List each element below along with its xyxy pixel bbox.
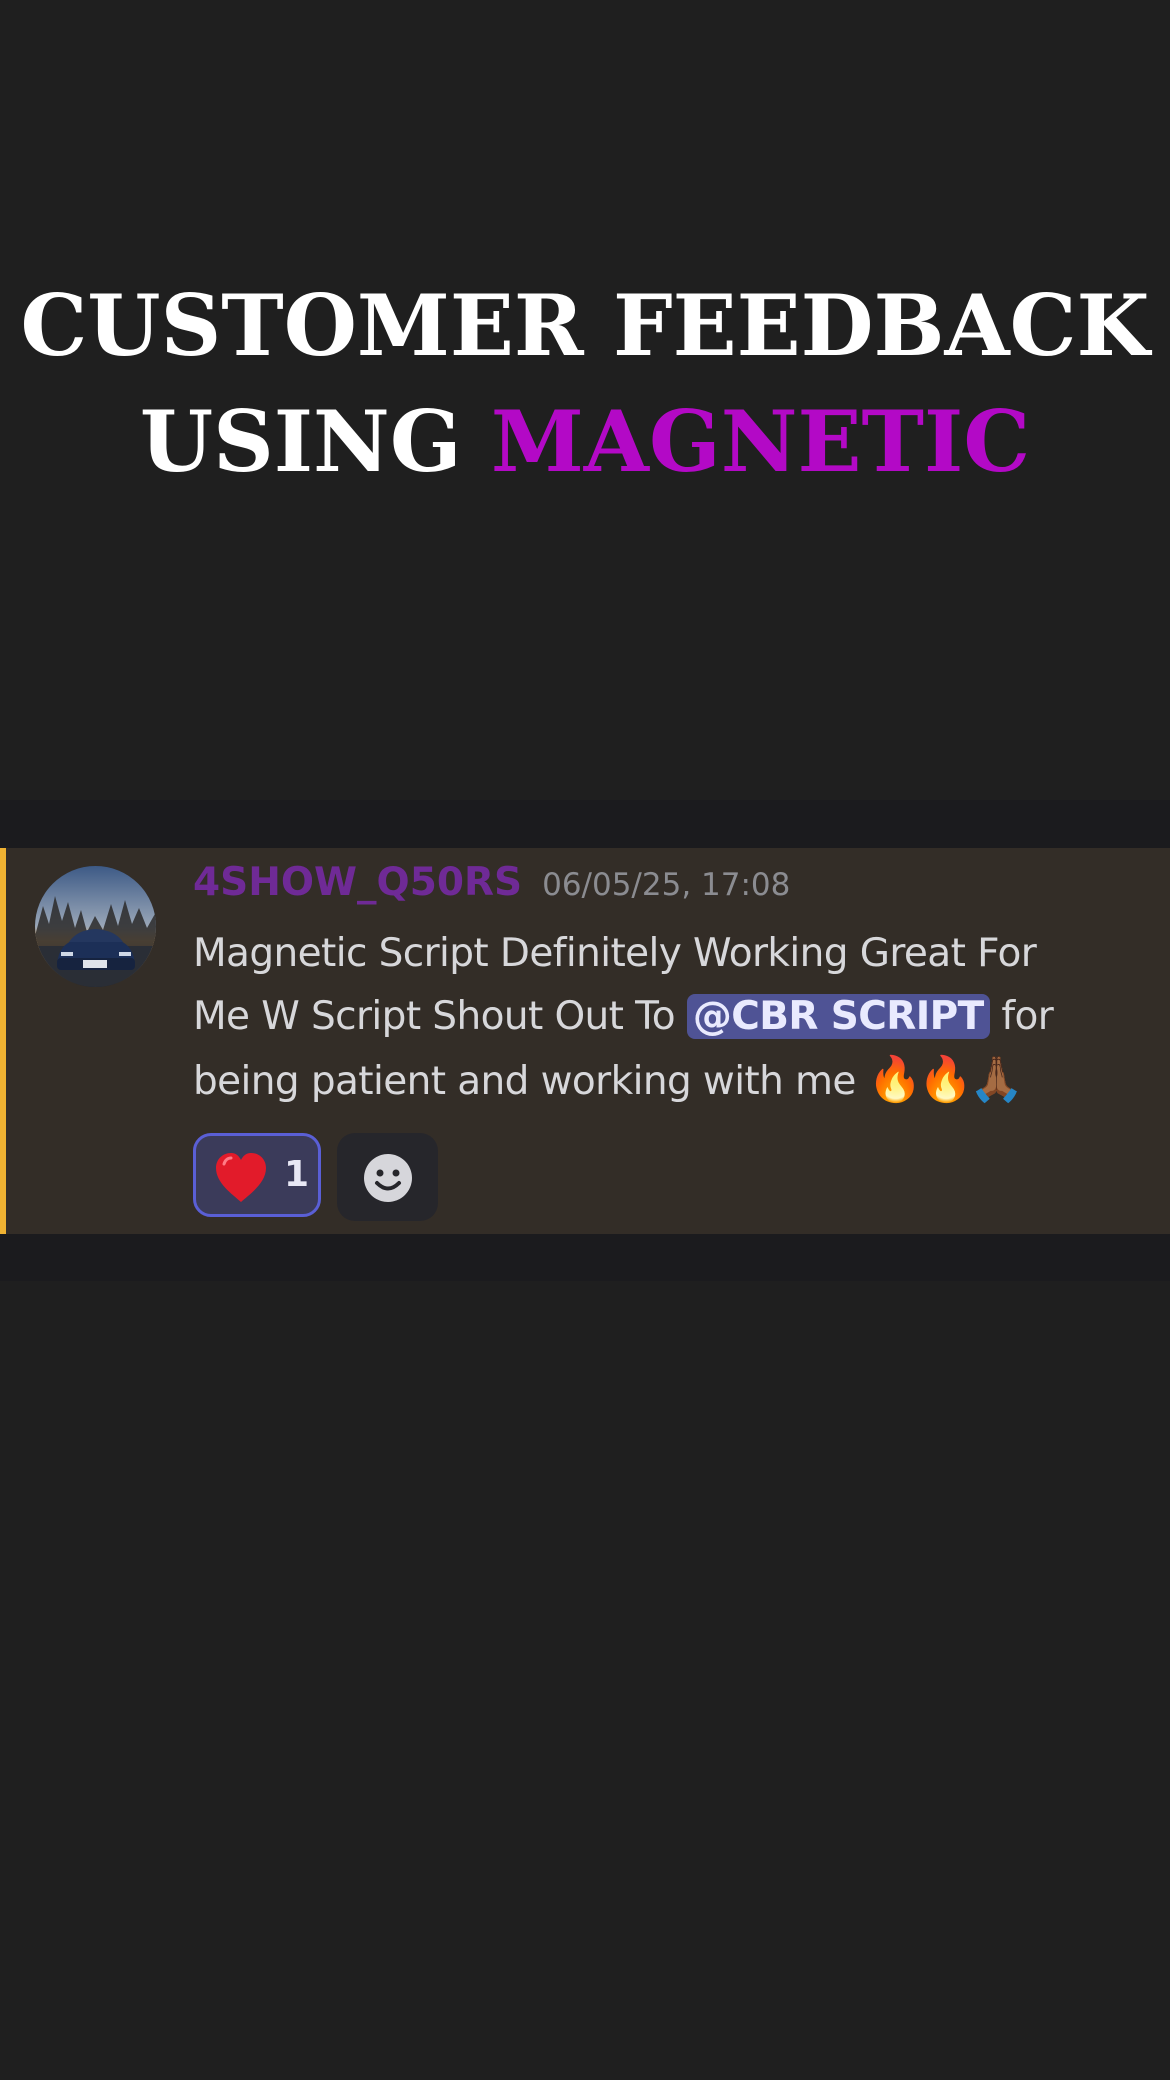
timestamp: 06/05/25, 17:08 — [542, 867, 791, 903]
headline: CUSTOMER FEEDBACK USING MAGNETIC — [0, 268, 1170, 500]
message-line-2-prefix: Me W Script Shout Out To — [193, 994, 687, 1039]
headline-prefix: USING — [139, 392, 491, 491]
message-line-2-suffix: for — [989, 994, 1054, 1039]
message-header: 4SHOW_Q50RS 06/05/25, 17:08 — [193, 860, 790, 905]
add-reaction-button[interactable] — [337, 1133, 438, 1221]
headline-line-2: USING MAGNETIC — [0, 384, 1170, 500]
reaction-heart[interactable]: 1 — [193, 1133, 321, 1217]
headline-line-1: CUSTOMER FEEDBACK — [20, 276, 1150, 375]
user-mention[interactable]: @CBR SCRIPT — [686, 994, 990, 1039]
red-heart-icon — [216, 1153, 266, 1202]
add-reaction-smiley-icon — [364, 1154, 412, 1202]
chat-message[interactable]: 4SHOW_Q50RS 06/05/25, 17:08 Magnetic Scri… — [0, 848, 1170, 1234]
mention-highlight-stripe — [0, 848, 6, 1234]
reaction-count: 1 — [284, 1154, 310, 1195]
message-line-3: being patient and working with me 🔥🔥🙏🏾 — [193, 1048, 1133, 1113]
car-avatar-image — [35, 866, 156, 987]
message-line-3-text: being patient and working with me — [193, 1059, 868, 1104]
message-line-1: Magnetic Script Definitely Working Great… — [193, 931, 1037, 976]
message-content: Magnetic Script Definitely Working Great… — [193, 922, 1133, 1113]
message-line-2: Me W Script Shout Out To @CBR SCRIPT for — [193, 985, 1133, 1048]
headline-accent: MAGNETIC — [490, 392, 1031, 491]
username[interactable]: 4SHOW_Q50RS — [193, 860, 522, 905]
message-emojis: 🔥🔥🙏🏾 — [867, 1054, 1024, 1105]
avatar[interactable] — [35, 866, 156, 987]
